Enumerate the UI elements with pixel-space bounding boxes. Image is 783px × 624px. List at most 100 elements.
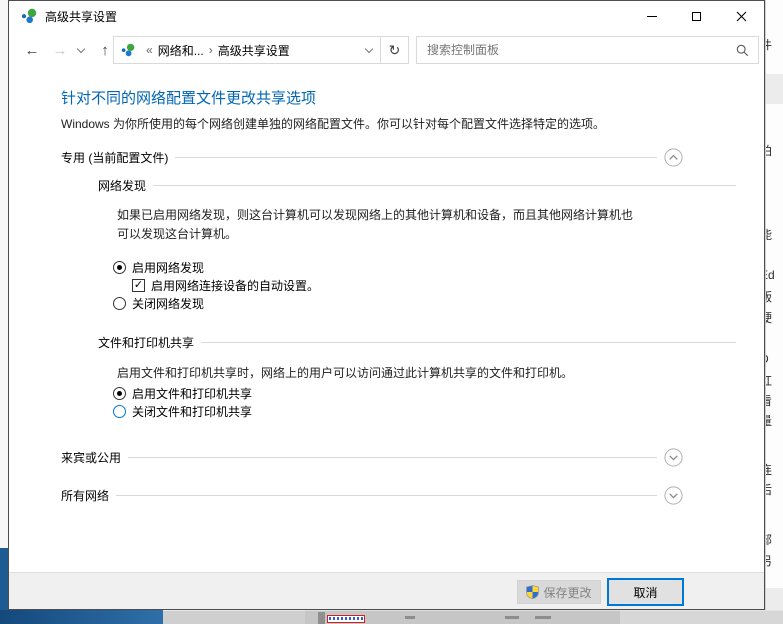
background-window-fragment [163,610,305,624]
background-desktop-sliver-left [0,0,8,624]
breadcrumb-separator: › [209,43,213,57]
navigation-toolbar: ← → ↑ « 网络和... › 高级共享设置 ↻ [9,31,764,69]
minimize-icon [647,16,657,17]
clipped-text-fragment: 硬 [766,309,772,326]
radio-label[interactable]: 关闭网络发现 [132,295,204,312]
checkbox-checked-icon[interactable]: ✓ [132,279,145,292]
text-fragment [535,616,551,619]
background-window-sliver: 件拍能 Ed 版硬 D红看量连后部另 [766,0,783,624]
radio-unselected-icon[interactable] [113,405,126,418]
background-window-fragment [620,610,783,624]
radio-label[interactable]: 启用网络发现 [132,259,204,276]
chevron-down-circle-icon [664,448,683,467]
close-icon [736,11,747,22]
description-line: 可以发现这台计算机。 [117,225,633,244]
address-dropdown-button[interactable] [358,37,380,63]
description-line: 如果已启用网络发现，则这台计算机可以发现网络上的其他计算机和设备，而且其他网络计… [117,206,633,225]
collapse-private-section-button[interactable] [664,148,683,167]
cancel-button[interactable]: 取消 [607,578,684,606]
cancel-label: 取消 [633,584,657,601]
file-printer-sharing-description: 启用文件和打印机共享时，网络上的用户可以访问通过此计算机共享的文件和打印机。 [117,364,573,383]
highlighted-cell-fragment [327,615,365,623]
maximize-icon [692,12,701,21]
chevron-up-circle-icon [664,148,683,167]
breadcrumb-overflow-chevrons[interactable]: « [146,43,153,57]
search-box [416,36,759,64]
radio-label[interactable]: 关闭文件和打印机共享 [132,403,252,420]
forward-button[interactable]: → [47,31,73,69]
divider [128,457,657,458]
expand-all-networks-section-button[interactable] [664,486,683,505]
network-discovery-description: 如果已启用网络发现，则这台计算机可以发现网络上的其他计算机和设备，而且其他网络计… [117,206,633,244]
section-guest-public-label: 来宾或公用 [61,449,121,466]
clipped-text-fragment: 版 [766,288,772,305]
text-fragment [505,616,519,619]
subsection-file-printer-sharing-header: 文件和打印机共享 [98,334,743,350]
network-app-icon [21,8,37,24]
chevron-down-icon [77,44,85,52]
background-toolbar-fragment [766,74,783,104]
advanced-sharing-settings-window: 高级共享设置 ← → ↑ « 网络和... › [8,0,765,610]
save-changes-label: 保存更改 [543,584,591,601]
maximize-button[interactable] [674,1,719,31]
section-guest-public-header: 来宾或公用 [61,447,683,467]
breadcrumb-current[interactable]: 高级共享设置 [218,42,290,59]
divider [175,157,657,158]
search-input[interactable] [417,43,736,57]
back-button[interactable]: ← [19,31,45,69]
clipped-text-fragment: Ed [766,268,775,282]
radio-enable-network-discovery[interactable]: 启用网络发现 [113,260,204,275]
checkbox-auto-setup-network-devices[interactable]: ✓ 启用网络连接设备的自动设置。 [132,278,319,293]
radio-label[interactable]: 启用文件和打印机共享 [132,385,252,402]
clipped-text-fragment: 另 [766,552,772,569]
chevron-down-circle-icon [664,486,683,505]
background-window-fragment [318,612,325,624]
expand-guest-public-section-button[interactable] [664,448,683,467]
desktop-wallpaper-fragment [0,610,163,624]
clipped-text-fragment: 后 [766,481,772,498]
radio-disable-network-discovery[interactable]: 关闭网络发现 [113,296,204,311]
clipped-text-fragment: 红 [766,372,772,389]
address-bar[interactable]: « 网络和... › 高级共享设置 ↻ [113,36,409,64]
clipped-text-fragment: 量 [766,412,772,429]
close-button[interactable] [719,1,764,31]
divider [153,185,736,186]
subsection-file-printer-sharing-label: 文件和打印机共享 [98,334,194,351]
text-fragment [405,616,415,619]
chevron-down-icon [365,44,373,52]
minimize-button[interactable] [629,1,674,31]
divider [116,495,657,496]
search-icon [736,44,749,57]
section-private-label: 专用 (当前配置文件) [61,149,168,166]
window-title: 高级共享设置 [45,8,117,25]
section-all-networks-label: 所有网络 [61,487,109,504]
checkbox-label[interactable]: 启用网络连接设备的自动设置。 [151,277,319,294]
save-changes-button[interactable]: 保存更改 [517,580,601,604]
background-bottom-strip [0,610,783,624]
clipped-text-fragment: 看 [766,392,772,409]
refresh-button[interactable]: ↻ [380,37,408,63]
window-controls [629,1,764,31]
clipped-text-fragment: 部 [766,531,772,548]
clipped-text-fragment: D [766,352,769,366]
divider [201,342,736,343]
page-description: Windows 为你所使用的每个网络创建单独的网络配置文件。你可以针对每个配置文… [61,115,605,132]
subsection-network-discovery-label: 网络发现 [98,177,146,194]
subsection-network-discovery-header: 网络发现 [98,177,743,193]
radio-disable-file-printer-sharing[interactable]: 关闭文件和打印机共享 [113,404,252,419]
radio-unselected-icon[interactable] [113,297,126,310]
page-title: 针对不同的网络配置文件更改共享选项 [61,87,316,108]
section-private-header: 专用 (当前配置文件) [61,147,683,167]
uac-shield-icon [526,585,539,599]
clipped-text-fragment: 连 [766,461,772,478]
radio-enable-file-printer-sharing[interactable]: 启用文件和打印机共享 [113,386,252,401]
clipped-text-fragment: 件 [766,36,772,53]
breadcrumb-parent[interactable]: 网络和... [158,42,204,59]
titlebar[interactable]: 高级共享设置 [9,1,764,31]
clipped-text-fragment: 拍 [766,142,772,159]
radio-selected-icon[interactable] [113,261,126,274]
recent-pages-dropdown[interactable] [73,31,89,69]
radio-selected-icon[interactable] [113,387,126,400]
section-all-networks-header: 所有网络 [61,485,683,505]
clipped-text-fragment: 能 [766,226,772,243]
